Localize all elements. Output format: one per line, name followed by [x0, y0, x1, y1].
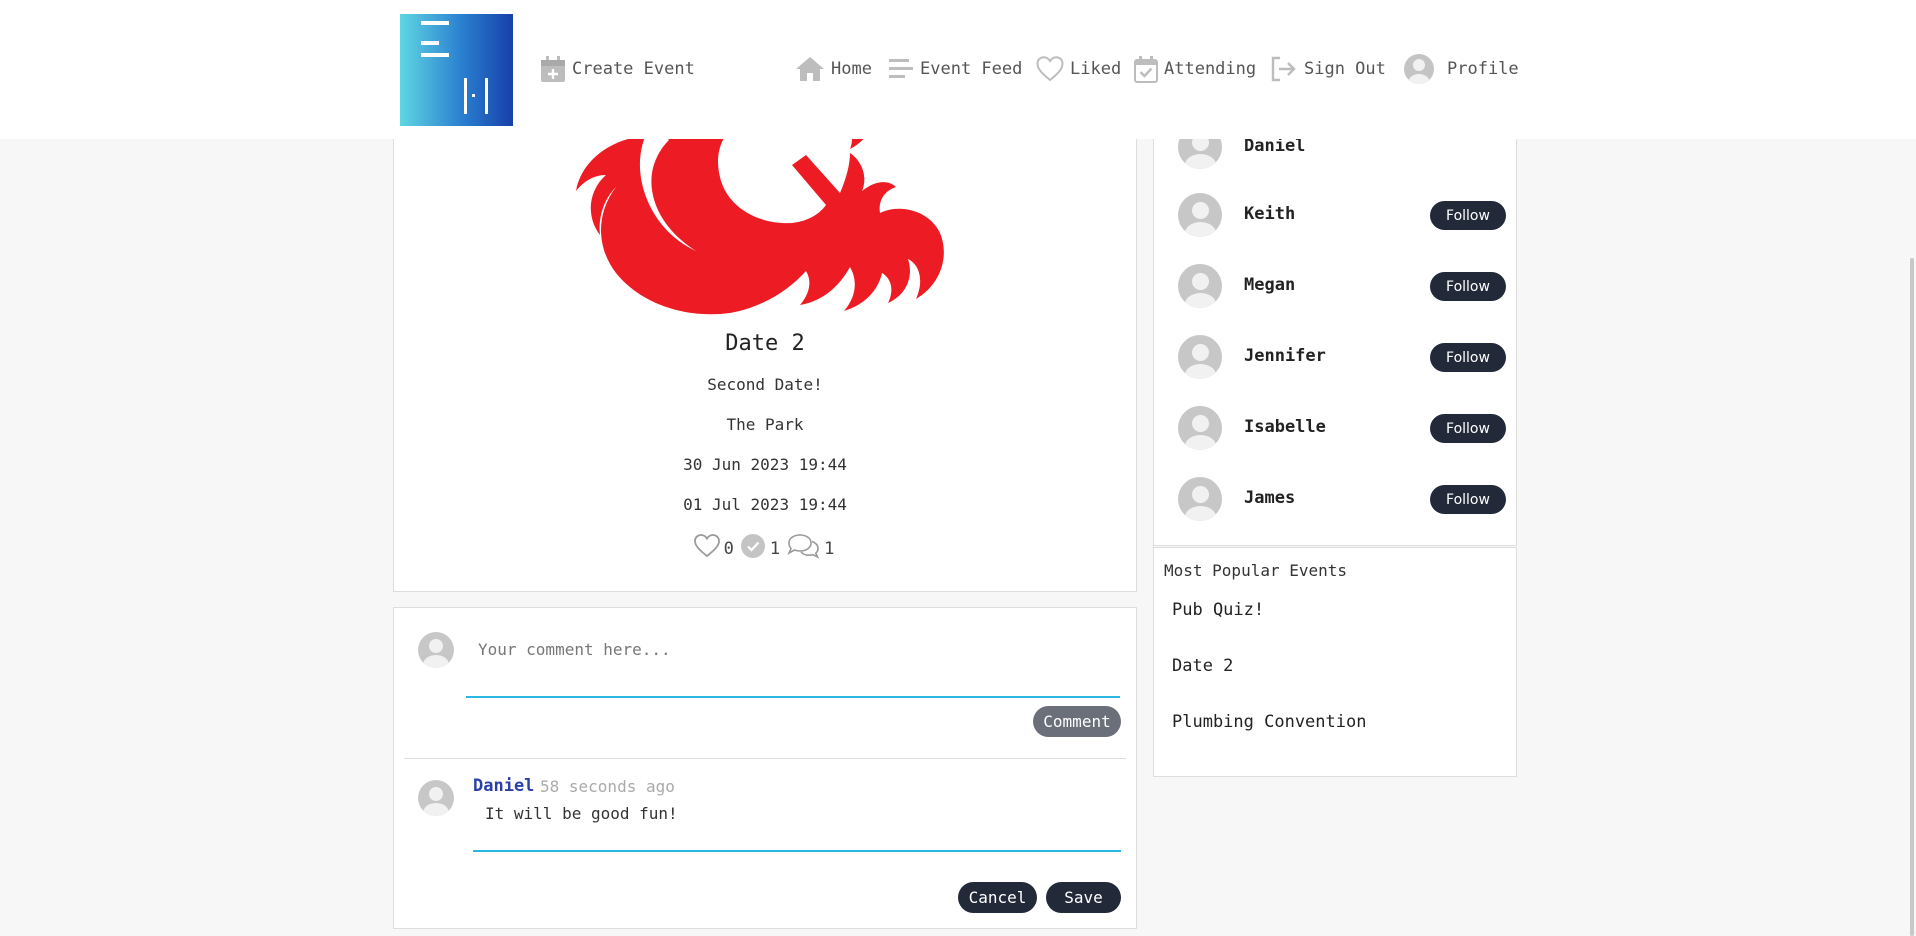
calendar-plus-icon [540, 55, 566, 83]
nav-liked-label: Liked [1070, 59, 1122, 79]
avatar [1178, 406, 1222, 450]
avatar [1178, 477, 1222, 521]
comment-author-link[interactable]: Daniel [473, 776, 534, 796]
avatar [418, 632, 454, 668]
event-description: Second Date! [707, 375, 823, 394]
nav-sign-out[interactable]: Sign Out [1270, 52, 1386, 86]
person-row: Keith Follow [1178, 189, 1506, 237]
person-name[interactable]: James [1244, 488, 1295, 508]
nav-create-event-label: Create Event [572, 59, 695, 79]
comment-submit-button[interactable]: Comment [1033, 706, 1121, 737]
popular-events-panel: Most Popular Events Pub Quiz! Date 2 Plu… [1153, 547, 1517, 777]
nav-profile-label: Profile [1447, 59, 1519, 79]
follow-button[interactable]: Follow [1430, 272, 1506, 301]
event-card: Date 2 Second Date! The Park 30 Jun 2023… [393, 120, 1137, 592]
comment-input[interactable] [466, 618, 1120, 698]
comment-timestamp: 58 seconds ago [540, 777, 675, 796]
event-location: The Park [726, 415, 804, 434]
avatar [1178, 193, 1222, 237]
nav-attending[interactable]: Attending [1134, 52, 1256, 86]
event-stats: 0 1 1 [394, 533, 1136, 564]
page-scrollbar[interactable] [1910, 258, 1914, 936]
nav-home[interactable]: Home [795, 52, 872, 86]
cancel-button[interactable]: Cancel [958, 882, 1037, 913]
follow-button[interactable]: Follow [1430, 414, 1506, 443]
heart-icon [1036, 56, 1064, 82]
feed-lines-icon [888, 57, 914, 81]
nav-liked[interactable]: Liked [1036, 52, 1121, 86]
nav-sign-out-label: Sign Out [1304, 59, 1386, 79]
nav-attending-label: Attending [1164, 59, 1257, 79]
sign-out-icon [1270, 56, 1298, 82]
nav-home-label: Home [831, 59, 872, 79]
calendar-check-icon [1134, 55, 1158, 83]
follow-button[interactable]: Follow [1430, 343, 1506, 372]
person-row: Jennifer Follow [1178, 331, 1506, 379]
popular-event-link[interactable]: Date 2 [1172, 656, 1233, 676]
comment-edit-input[interactable]: It will be good fun! [473, 800, 1121, 852]
person-name[interactable]: Daniel [1244, 136, 1305, 156]
comments-icon[interactable] [786, 533, 820, 564]
person-row: James Follow [1178, 473, 1506, 521]
event-start-date: 30 Jun 2023 19:44 [683, 455, 847, 474]
save-button[interactable]: Save [1046, 882, 1121, 913]
attending-count: 1 [769, 538, 781, 559]
person-name[interactable]: Isabelle [1244, 417, 1326, 437]
user-avatar-icon [1403, 53, 1435, 85]
person-name[interactable]: Keith [1244, 204, 1295, 224]
people-to-follow-panel: Daniel Keith Follow Megan Follow Jennife… [1153, 100, 1517, 546]
popular-event-link[interactable]: Pub Quiz! [1172, 600, 1264, 620]
avatar [1178, 264, 1222, 308]
follow-button[interactable]: Follow [1430, 485, 1506, 514]
app-logo[interactable] [400, 14, 513, 126]
dragon-ampersand-image [576, 121, 944, 315]
popular-event-link[interactable]: Plumbing Convention [1172, 712, 1366, 732]
person-row: Isabelle Follow [1178, 402, 1506, 450]
person-name[interactable]: Jennifer [1244, 346, 1326, 366]
avatar [1178, 335, 1222, 379]
nav-profile[interactable]: Profile [1403, 52, 1519, 86]
avatar [418, 780, 454, 816]
home-icon [795, 56, 825, 82]
event-end-date: 01 Jul 2023 19:44 [683, 495, 847, 514]
nav-create-event[interactable]: Create Event [540, 52, 695, 86]
divider [404, 758, 1126, 759]
person-row: Megan Follow [1178, 260, 1506, 308]
comments-section: Comment Daniel 58 seconds ago It will be… [393, 607, 1137, 929]
comment-count: 1 [824, 538, 835, 559]
person-name[interactable]: Megan [1244, 275, 1295, 295]
check-circle-icon[interactable] [740, 533, 766, 564]
heart-icon[interactable] [693, 534, 720, 563]
top-navigation-bar: Create Event Home Event Feed Liked Atten… [0, 0, 1916, 139]
nav-event-feed[interactable]: Event Feed [888, 52, 1022, 86]
nav-event-feed-label: Event Feed [920, 59, 1023, 79]
popular-events-title: Most Popular Events [1164, 561, 1348, 580]
like-count: 0 [723, 538, 734, 559]
follow-button[interactable]: Follow [1430, 201, 1506, 230]
event-title: Date 2 [725, 331, 805, 356]
